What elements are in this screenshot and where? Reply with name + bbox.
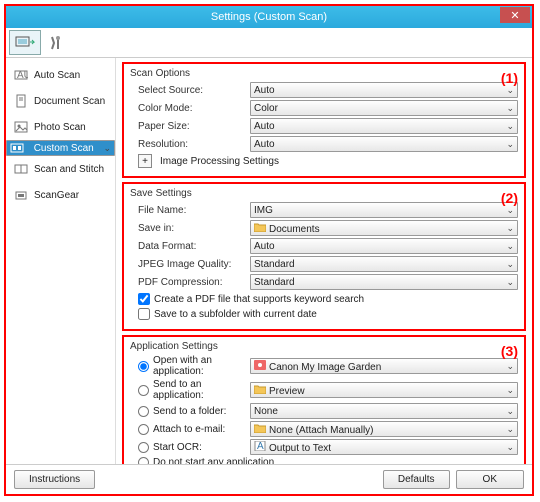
monitor-arrow-icon — [15, 35, 35, 51]
save-in-label: Save in: — [138, 223, 246, 234]
ok-button[interactable]: OK — [456, 470, 524, 489]
select-source-label: Select Source: — [138, 85, 246, 96]
image-processing-label: Image Processing Settings — [160, 156, 279, 167]
sidebar-item-label: Document Scan — [34, 96, 105, 107]
application-settings-section: (3) Application Settings Open with an ap… — [122, 335, 526, 464]
resolution-label: Resolution: — [138, 139, 246, 150]
mail-icon — [254, 423, 266, 433]
section-number: (3) — [501, 343, 518, 359]
send-to-app-dropdown[interactable]: Preview — [250, 382, 518, 398]
sidebar-item-scangear[interactable]: ScanGear — [6, 182, 115, 208]
tab-scan-from-computer[interactable] — [9, 30, 41, 55]
select-source-dropdown[interactable]: Auto — [250, 82, 518, 98]
sidebar-item-label: ScanGear — [34, 190, 79, 201]
open-with-app-radio[interactable]: Open with an application: — [138, 355, 246, 377]
tab-tools[interactable] — [41, 30, 73, 55]
window-title: Settings (Custom Scan) — [211, 11, 327, 23]
sidebar-item-auto-scan[interactable]: AUTO Auto Scan — [6, 62, 115, 88]
sidebar-item-label: Custom Scan — [34, 143, 94, 154]
auto-scan-icon: AUTO — [14, 68, 28, 82]
start-ocr-dropdown[interactable]: AOutput to Text — [250, 439, 518, 455]
document-scan-icon — [14, 94, 28, 108]
content: (1) Scan Options Select Source: Auto Colo… — [116, 58, 532, 464]
sidebar: AUTO Auto Scan Document Scan Photo Scan C… — [6, 58, 116, 464]
send-to-app-radio[interactable]: Send to an application: — [138, 379, 246, 401]
data-format-dropdown[interactable]: Auto — [250, 238, 518, 254]
close-icon[interactable]: ✕ — [500, 7, 530, 23]
toolbar — [6, 28, 532, 58]
scan-options-section: (1) Scan Options Select Source: Auto Colo… — [122, 62, 526, 178]
save-in-dropdown[interactable]: Documents — [250, 220, 518, 236]
send-to-folder-dropdown[interactable]: None — [250, 403, 518, 419]
attach-email-radio[interactable]: Attach to e-mail: — [138, 424, 246, 435]
svg-text:A: A — [257, 441, 264, 451]
do-not-start-radio[interactable]: Do not start any application — [138, 457, 274, 464]
pdf-compression-dropdown[interactable]: Standard — [250, 274, 518, 290]
app-icon — [254, 360, 266, 370]
preview-icon — [254, 384, 266, 394]
sidebar-item-custom-scan[interactable]: Custom Scan — [6, 140, 115, 156]
stitch-icon — [14, 162, 28, 176]
section-number: (1) — [501, 70, 518, 86]
open-with-app-dropdown[interactable]: Canon My Image Garden — [250, 358, 518, 374]
photo-scan-icon — [14, 120, 28, 134]
sidebar-item-photo-scan[interactable]: Photo Scan — [6, 114, 115, 140]
file-name-field[interactable]: IMG — [250, 202, 518, 218]
svg-text:AUTO: AUTO — [17, 70, 28, 81]
paper-size-label: Paper Size: — [138, 121, 246, 132]
folder-icon — [254, 222, 266, 232]
expand-image-processing[interactable]: + — [138, 154, 152, 168]
attach-email-dropdown[interactable]: None (Attach Manually) — [250, 421, 518, 437]
pdf-keyword-checkbox[interactable]: Create a PDF file that supports keyword … — [138, 293, 518, 305]
section-title: Save Settings — [130, 188, 518, 199]
sidebar-item-label: Photo Scan — [34, 122, 86, 133]
resolution-dropdown[interactable]: Auto — [250, 136, 518, 152]
footer: Instructions Defaults OK — [6, 464, 532, 494]
section-title: Scan Options — [130, 68, 518, 79]
custom-scan-icon — [10, 141, 24, 155]
sidebar-item-document-scan[interactable]: Document Scan — [6, 88, 115, 114]
pdf-compression-label: PDF Compression: — [138, 277, 246, 288]
sidebar-item-label: Auto Scan — [34, 70, 80, 81]
text-icon: A — [254, 441, 266, 451]
jpeg-quality-label: JPEG Image Quality: — [138, 259, 246, 270]
color-mode-label: Color Mode: — [138, 103, 246, 114]
save-settings-section: (2) Save Settings File Name: IMG Save in:… — [122, 182, 526, 331]
section-title: Application Settings — [130, 341, 518, 352]
tools-icon — [48, 35, 66, 51]
scangear-icon — [14, 188, 28, 202]
defaults-button[interactable]: Defaults — [383, 470, 450, 489]
titlebar: Settings (Custom Scan) ✕ — [6, 6, 532, 28]
paper-size-dropdown[interactable]: Auto — [250, 118, 518, 134]
color-mode-dropdown[interactable]: Color — [250, 100, 518, 116]
section-number: (2) — [501, 190, 518, 206]
settings-window: Settings (Custom Scan) ✕ AUTO Auto Scan D… — [4, 4, 534, 496]
jpeg-quality-dropdown[interactable]: Standard — [250, 256, 518, 272]
sidebar-item-scan-and-stitch[interactable]: Scan and Stitch — [6, 156, 115, 182]
file-name-label: File Name: — [138, 205, 246, 216]
instructions-button[interactable]: Instructions — [14, 470, 95, 489]
data-format-label: Data Format: — [138, 241, 246, 252]
send-to-folder-radio[interactable]: Send to a folder: — [138, 406, 246, 417]
subfolder-checkbox[interactable]: Save to a subfolder with current date — [138, 308, 518, 320]
sidebar-item-label: Scan and Stitch — [34, 164, 104, 175]
start-ocr-radio[interactable]: Start OCR: — [138, 442, 246, 453]
